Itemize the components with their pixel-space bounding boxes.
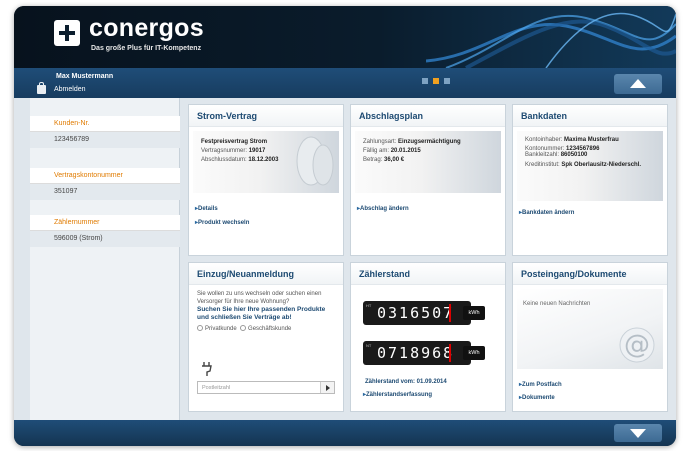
panel-title: Bankdaten <box>513 105 667 127</box>
mail-image: Keine neuen Nachrichten @ <box>517 289 663 369</box>
svg-text:@: @ <box>624 330 650 360</box>
panel-abschlagsplan: Abschlagsplan Zahlungsart: Einzugsermäch… <box>350 104 506 256</box>
private-radio[interactable] <box>197 325 203 331</box>
documents-link[interactable]: Dokumente <box>519 394 667 401</box>
sidebar-value-meter: 596009 (Strom) <box>30 231 180 247</box>
change-installment-link[interactable]: Abschlag ändern <box>357 205 505 212</box>
meter-nt-value: 0718968 <box>377 344 455 362</box>
business-radio[interactable] <box>240 325 247 331</box>
user-name: Max Mustermann <box>56 73 114 80</box>
abschlag-due: Fällig am: 20.01.2015 <box>363 148 421 154</box>
meter-nt-display: NT 0718968 <box>363 341 471 365</box>
meter-ht-unit: kWh <box>463 306 485 320</box>
sidebar-value-customer: 123456789 <box>30 132 180 148</box>
bank-code: Bankleitzahl: 86050100 <box>525 152 588 158</box>
postcode-placeholder: Postleitzahl <box>202 385 231 391</box>
panel-title: Abschlagsplan <box>351 105 505 127</box>
strom-heading: Festpreisvertrag Strom <box>201 139 268 145</box>
page-indicator <box>422 78 450 84</box>
plus-logo-icon <box>54 20 80 46</box>
page-dot-1[interactable] <box>422 78 428 84</box>
header: conergos Das große Plus für IT-Kompetenz <box>14 6 676 68</box>
sidebar-label-contract-account: Vertragskontonummer <box>30 168 180 184</box>
panel-bankdaten: Bankdaten Kontoinhaber: Maxima Musterfra… <box>512 104 668 256</box>
abschlag-amount: Betrag: 36,00 € <box>363 157 405 163</box>
page-dot-3[interactable] <box>444 78 450 84</box>
meter-ht-display: HT 0316507 <box>363 301 471 325</box>
panel-title: Einzug/Neuanmeldung <box>189 263 343 285</box>
postcode-input[interactable]: Postleitzahl <box>197 381 335 394</box>
panel-strom-vertrag: Strom-Vertrag Festpreisvertrag Strom Ver… <box>188 104 344 256</box>
einzug-intro: Sie wollen zu uns wechseln oder suchen e… <box>197 291 322 305</box>
logout-link[interactable]: Abmelden <box>54 86 86 93</box>
meter-date: Zählerstand vom: 01.09.2014 <box>365 379 447 385</box>
details-link[interactable]: Details <box>195 205 343 212</box>
sidebar-label-meter: Zählernummer <box>30 215 180 231</box>
panel-zaehlerstand: Zählerstand HT 0316507 kWh NT 0718968 kW… <box>350 262 506 412</box>
no-messages-text: Keine neuen Nachrichten <box>523 301 591 307</box>
meter-ht-value: 0316507 <box>377 304 455 322</box>
meter-nt-unit: kWh <box>463 346 485 360</box>
bank-image: Kontoinhaber: Maxima Musterfrau Kontonum… <box>517 131 663 201</box>
meter-entry-link[interactable]: Zählerstandserfassung <box>363 391 505 398</box>
scroll-down-button[interactable] <box>614 424 662 442</box>
panel-posteingang: Posteingang/Dokumente Keine neuen Nachri… <box>512 262 668 412</box>
lock-icon <box>37 82 46 94</box>
panel-title: Strom-Vertrag <box>189 105 343 127</box>
panel-einzug: Einzug/Neuanmeldung Sie wollen zu uns we… <box>188 262 344 412</box>
change-bank-link[interactable]: Bankdaten ändern <box>519 209 667 216</box>
switch-product-link[interactable]: Produkt wechseln <box>195 219 343 226</box>
header-wave-graphic <box>426 12 676 68</box>
user-bar: Max Mustermann Abmelden <box>14 68 676 98</box>
at-sign-icon: @ <box>619 327 655 363</box>
business-label: Geschäftskunde <box>248 326 292 332</box>
inbox-link[interactable]: Zum Postfach <box>519 381 667 388</box>
strom-date: Abschlussdatum: 18.12.2003 <box>201 157 279 163</box>
app-frame: conergos Das große Plus für IT-Kompetenz… <box>14 6 676 446</box>
plug-icon <box>202 362 212 376</box>
main-stage: Kunden-Nr. 123456789 Vertragskontonummer… <box>14 98 676 420</box>
sidebar-label-customer: Kunden-Nr. <box>30 116 180 132</box>
brand-tagline: Das große Plus für IT-Kompetenz <box>91 45 202 52</box>
panel-title: Posteingang/Dokumente <box>513 263 667 285</box>
submit-arrow-icon[interactable] <box>320 382 334 393</box>
bank-holder: Kontoinhaber: Maxima Musterfrau <box>525 137 619 143</box>
bank-institute: Kreditinstitut: Spk Oberlausitz-Niedersc… <box>525 162 642 168</box>
sidebar-value-contract-account: 351097 <box>30 184 180 200</box>
panel-title: Zählerstand <box>351 263 505 285</box>
meter-ht-label: HT <box>366 303 372 308</box>
energy-bulb-image: Festpreisvertrag Strom Vertragsnummer: 1… <box>193 131 339 193</box>
page-dot-2[interactable] <box>433 78 439 84</box>
private-label: Privatkunde <box>205 326 237 332</box>
bottom-bar <box>14 420 676 446</box>
abschlag-payment: Zahlungsart: Einzugsermächtigung <box>363 139 461 145</box>
brand-name: conergos <box>89 14 204 42</box>
einzug-cta: Suchen Sie hier Ihre passenden Produkte … <box>197 306 326 321</box>
sidebar: Kunden-Nr. 123456789 Vertragskontonummer… <box>30 98 180 420</box>
meter-nt-label: NT <box>366 343 372 348</box>
payment-plan-image: Zahlungsart: Einzugsermächtigung Fällig … <box>355 131 501 193</box>
scroll-up-button[interactable] <box>614 74 662 94</box>
strom-contract-number: Vertragsnummer: 19017 <box>201 148 266 154</box>
